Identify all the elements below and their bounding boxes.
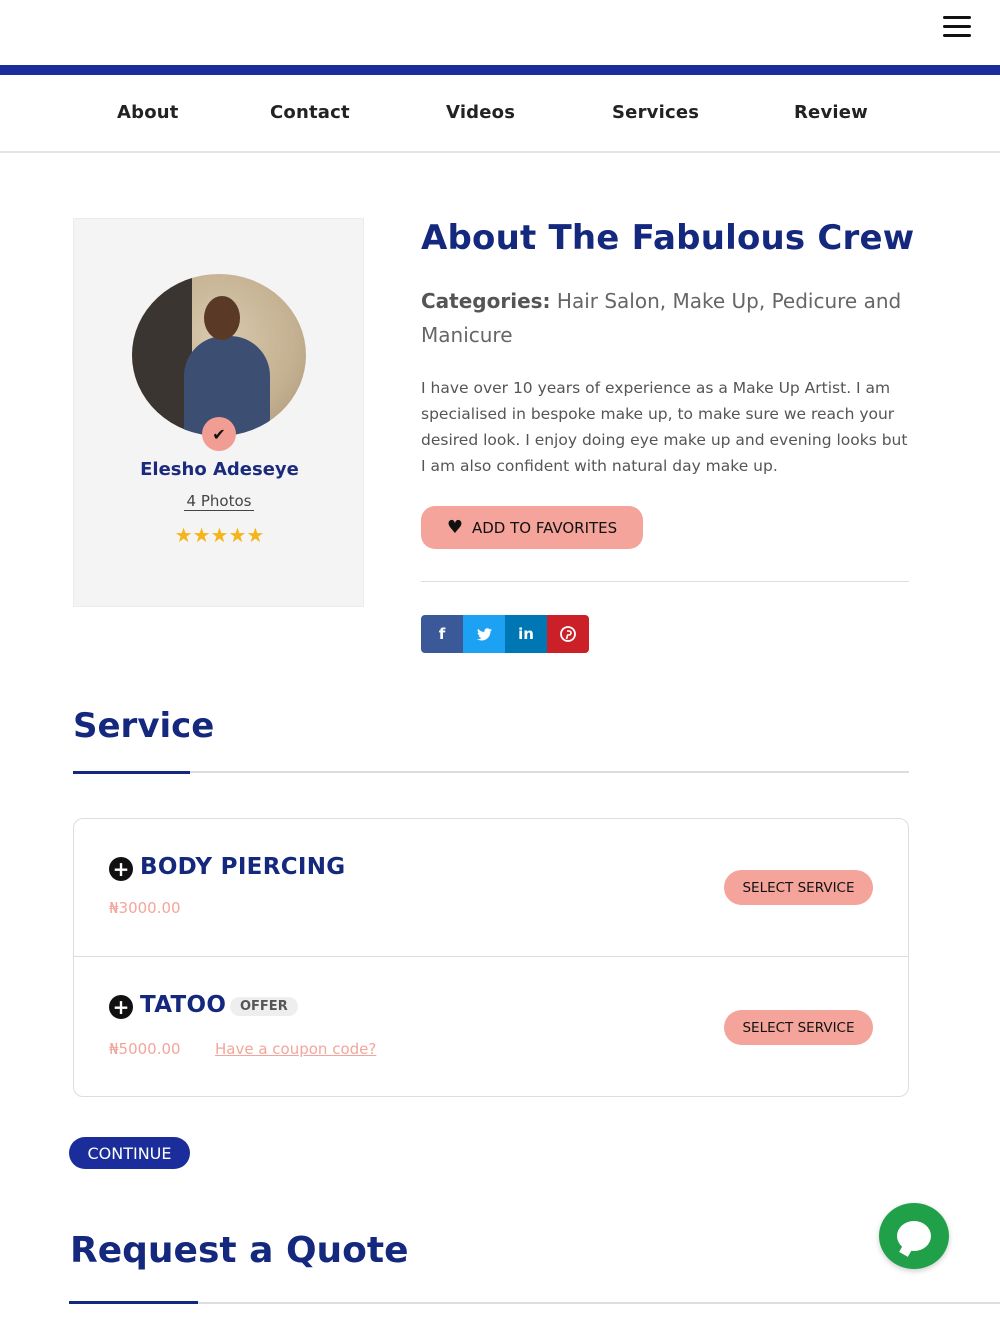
linkedin-icon[interactable]: in [505,615,547,653]
quote-heading: Request a Quote [70,1230,409,1271]
service-divider [73,771,909,773]
avatar[interactable] [132,274,306,436]
check-icon: ✔ [202,417,236,451]
header-accent-bar [0,65,1000,75]
nav-review[interactable]: Review [794,102,868,123]
photos-link[interactable]: 4 Photos [184,492,254,511]
service-name: BODY PIERCING [140,854,346,880]
section-nav: About Contact Videos Services Review [0,75,1000,153]
chat-icon [897,1221,931,1251]
service-heading: Service [73,706,215,746]
profile-name[interactable]: Elesho Adeseye [74,459,365,480]
nav-contact[interactable]: Contact [270,102,350,123]
divider [421,581,909,582]
facebook-icon[interactable]: f [421,615,463,653]
social-share: f in [421,615,589,653]
select-service-button[interactable]: SELECT SERVICE [724,1010,873,1045]
service-list: + BODY PIERCING ₦3000.00 SELECT SERVICE … [73,818,909,1097]
quote-divider [69,1302,1000,1304]
menu-icon[interactable] [943,16,971,38]
profile-card: ✔ Elesho Adeseye 4 Photos ★★★★★ [73,218,364,607]
heart-icon: ♥ [446,516,463,538]
pinterest-icon[interactable] [547,615,589,653]
continue-button[interactable]: CONTINUE [69,1137,190,1169]
service-item-tatoo: + TATOO OFFER ₦5000.00 Have a coupon cod… [74,956,908,1093]
service-name: TATOO [140,992,227,1018]
add-to-favorites-button[interactable]: ♥ ADD TO FAVORITES [421,506,643,549]
plus-icon[interactable]: + [109,995,133,1019]
service-price: ₦5000.00 [109,1040,181,1058]
service-price: ₦3000.00 [109,899,181,917]
categories-label: Categories: [421,289,551,313]
top-header [0,0,1000,65]
about-description: I have over 10 years of experience as a … [421,379,908,475]
service-divider-accent [73,771,190,774]
nav-about[interactable]: About [117,102,179,123]
plus-icon[interactable]: + [109,857,133,881]
quote-divider-accent [69,1301,198,1304]
nav-services[interactable]: Services [612,102,699,123]
offer-badge: OFFER [230,997,298,1016]
twitter-icon[interactable] [463,615,505,653]
about-title: About The Fabulous Crew [421,218,915,258]
coupon-link[interactable]: Have a coupon code? [215,1040,376,1058]
categories: Categories: Hair Salon, Make Up, Pedicur… [421,284,921,352]
service-item-body-piercing: + BODY PIERCING ₦3000.00 SELECT SERVICE [74,819,908,956]
chat-button[interactable] [879,1203,949,1269]
nav-videos[interactable]: Videos [446,102,515,123]
favorites-label: ADD TO FAVORITES [471,518,618,537]
select-service-button[interactable]: SELECT SERVICE [724,870,873,905]
rating-stars: ★★★★★ [174,523,265,547]
